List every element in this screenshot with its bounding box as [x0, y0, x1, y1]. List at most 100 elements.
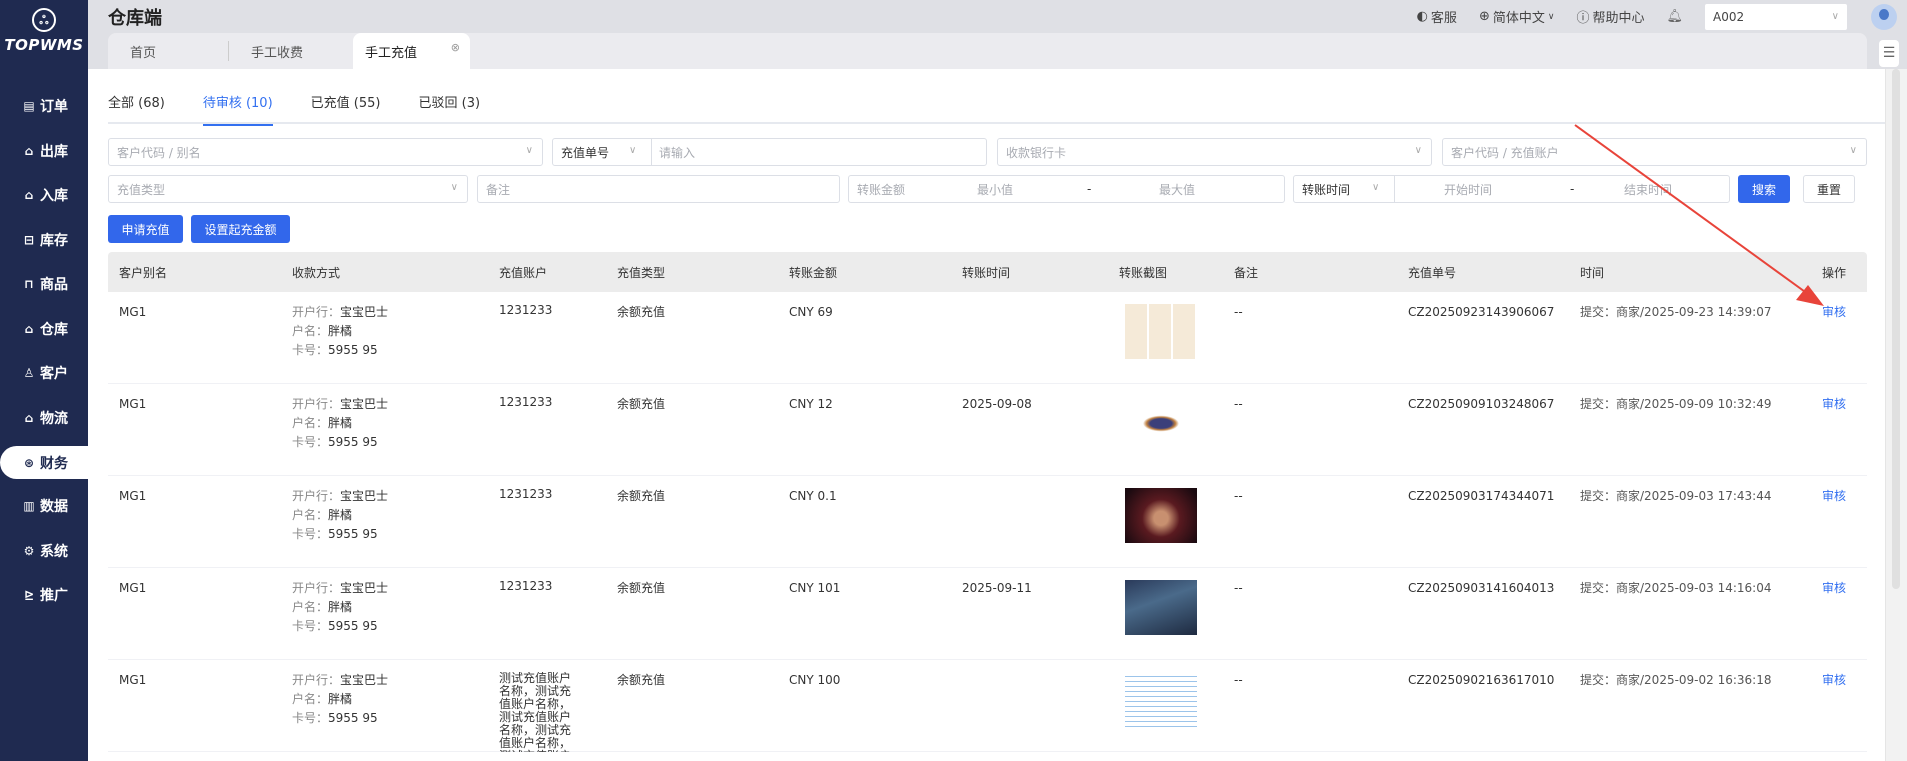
- transfer-screenshot[interactable]: [1125, 396, 1197, 451]
- card-value: 5955 95: [328, 435, 378, 449]
- page-tab-manual-fee[interactable]: 手工收费: [228, 41, 353, 61]
- transfer-screenshot[interactable]: [1125, 488, 1197, 543]
- payment-method: 开户行：宝宝巴士 户名：胖橘 卡号：5955 95: [292, 487, 388, 544]
- name-value: 胖橘: [328, 416, 353, 430]
- sidebar-item-inventory[interactable]: ⊟ 库存: [0, 218, 88, 263]
- card-label: 卡号：: [292, 435, 329, 449]
- review-link[interactable]: 审核: [1822, 579, 1846, 598]
- recharge-account: 1231233: [499, 395, 553, 409]
- notification-bell[interactable]: 🔔︎: [1666, 9, 1683, 24]
- transfer-screenshot[interactable]: [1125, 580, 1197, 635]
- column-header: 充值类型: [617, 266, 666, 280]
- name-value: 胖橘: [328, 692, 353, 706]
- min-amount-input[interactable]: 最小值: [977, 181, 1013, 198]
- logistics-icon: ⌂: [24, 410, 34, 425]
- order-number: CZ20250903174344071: [1408, 489, 1555, 503]
- table-row: MG1 开户行：宝宝巴士 户名：胖橘 卡号：5955 95 测试充值账户名称，测…: [108, 660, 1867, 752]
- bank-label: 开户行：: [292, 397, 341, 411]
- sidebar-item-warehouse[interactable]: ⌂ 仓库: [0, 307, 88, 352]
- sidebar-item-label: 入库: [40, 188, 68, 205]
- headset-icon: ◐: [1416, 9, 1428, 24]
- apply-recharge-button[interactable]: 申请充值: [108, 215, 183, 243]
- status-tab-rejected[interactable]: 已驳回 (3): [418, 94, 480, 124]
- status-tab-all[interactable]: 全部 (68): [108, 94, 165, 124]
- bank-value: 宝宝巴士: [340, 489, 389, 503]
- review-link[interactable]: 审核: [1822, 671, 1846, 690]
- chevron-down-icon: ∨: [1414, 145, 1422, 156]
- sidebar-item-data[interactable]: ▥ 数据: [0, 484, 88, 529]
- sidebar-item-product[interactable]: ⊓ 商品: [0, 262, 88, 307]
- account-select[interactable]: A002 ∨: [1705, 3, 1847, 30]
- customer-icon: ♙: [23, 366, 35, 381]
- status-tab-recharged[interactable]: 已充值 (55): [311, 94, 381, 124]
- customer-code-select[interactable]: 客户代码 / 别名 ∨: [108, 138, 543, 166]
- sidebar-item-outbound[interactable]: ⌂ 出库: [0, 129, 88, 174]
- review-link[interactable]: 审核: [1822, 487, 1846, 506]
- payment-method: 开户行：宝宝巴士 户名：胖橘 卡号：5955 95: [292, 303, 388, 360]
- chevron-down-icon: ∨: [525, 145, 533, 156]
- table-row: MG1 开户行：宝宝巴士 户名：胖橘 卡号：5955 95 1231233 余额…: [108, 292, 1867, 384]
- order-no-filter: 充值单号 ∨ 请输入: [552, 138, 987, 166]
- review-link[interactable]: 审核: [1822, 303, 1846, 322]
- sidebar-item-inbound[interactable]: ⌂ 入库: [0, 173, 88, 218]
- transfer-screenshot[interactable]: [1125, 304, 1197, 359]
- payment-method: 开户行：宝宝巴士 户名：胖橘 卡号：5955 95: [292, 579, 388, 636]
- avatar[interactable]: [1871, 3, 1897, 30]
- order-no-type-select[interactable]: 充值单号: [561, 144, 609, 161]
- status-tab-pending[interactable]: 待审核 (10): [202, 94, 273, 126]
- time-type-select[interactable]: 转账时间: [1302, 181, 1350, 198]
- language-selector[interactable]: ⊕ 简体中文 ∨: [1479, 7, 1555, 26]
- sidebar-item-system[interactable]: ⚙ 系统: [0, 529, 88, 574]
- review-link[interactable]: 审核: [1822, 395, 1846, 414]
- bank-value: 宝宝巴士: [340, 673, 389, 687]
- order-no-input[interactable]: 请输入: [659, 144, 695, 161]
- sidebar-item-label: 系统: [40, 543, 68, 560]
- sidebar-item-promotion[interactable]: ⊵ 推广: [0, 573, 88, 618]
- max-amount-input[interactable]: 最大值: [1159, 181, 1195, 198]
- search-button[interactable]: 搜索: [1738, 175, 1790, 203]
- column-header: 充值单号: [1408, 266, 1457, 280]
- tab-label: 首页: [130, 45, 157, 61]
- order-number: CZ20250902163617010: [1408, 673, 1555, 687]
- remark-input[interactable]: 备注: [477, 175, 840, 203]
- time-range-filter: 转账时间 ∨ 开始时间 - 结束时间: [1293, 175, 1730, 203]
- customer-account-select[interactable]: 客户代码 / 充值账户 ∨: [1442, 138, 1867, 166]
- transfer-screenshot[interactable]: [1125, 672, 1197, 727]
- inventory-icon: ⊟: [23, 232, 35, 247]
- sidebar-item-customer[interactable]: ♙ 客户: [0, 351, 88, 396]
- transfer-time: 2025-09-11: [962, 581, 1032, 595]
- close-icon[interactable]: ⊗: [451, 41, 460, 54]
- sidebar-item-logistics[interactable]: ⌂ 物流: [0, 396, 88, 441]
- submit-time: 提交：商家/2025-09-02 16:36:18: [1580, 673, 1772, 687]
- recharge-type-select[interactable]: 充值类型 ∨: [108, 175, 468, 203]
- recharge-type: 余额充值: [617, 489, 666, 503]
- recharge-account: 测试充值账户名称，测试充值账户名称，测试充值账户名称，测试充值账户名称，测试充值…: [499, 672, 572, 752]
- bank-value: 宝宝巴士: [340, 397, 389, 411]
- bank-card-select[interactable]: 收款银行卡 ∨: [997, 138, 1432, 166]
- end-time-input[interactable]: 结束时间: [1624, 181, 1672, 198]
- transfer-amount: CNY 100: [789, 673, 841, 687]
- name-label: 户名：: [292, 324, 329, 338]
- order-icon: ▤: [23, 99, 35, 114]
- help-center-link[interactable]: ⓘ 帮助中心: [1576, 7, 1644, 26]
- page-tab-manual-recharge[interactable]: 手工充值 ⊗: [353, 33, 470, 69]
- tab-label: 手工收费: [251, 45, 304, 61]
- placeholder: 充值类型: [117, 182, 166, 197]
- table-row: MG1 开户行：宝宝巴士 户名：胖橘 卡号：5955 95 1231233 余额…: [108, 384, 1867, 476]
- amount-range: 转账金额 最小值 - 最大值: [848, 175, 1285, 203]
- page-tab-home[interactable]: 首页: [108, 33, 228, 69]
- sidebar-item-order[interactable]: ▤ 订单: [0, 84, 88, 129]
- scrollbar[interactable]: [1885, 69, 1907, 761]
- customer-alias: MG1: [119, 397, 147, 411]
- start-time-input[interactable]: 开始时间: [1444, 181, 1492, 198]
- recharge-type: 余额充值: [617, 673, 666, 687]
- sidebar-item-label: 订单: [40, 99, 68, 116]
- tab-menu-icon[interactable]: ☰: [1879, 40, 1899, 67]
- submit-time: 提交：商家/2025-09-03 17:43:44: [1580, 489, 1772, 503]
- chevron-down-icon: ∨: [450, 182, 458, 193]
- reset-button[interactable]: 重置: [1803, 175, 1855, 203]
- sidebar-item-finance[interactable]: ⊛ 财务: [0, 446, 88, 479]
- customer-service-link[interactable]: ◐ 客服: [1417, 7, 1457, 26]
- help-label: 帮助中心: [1592, 11, 1645, 26]
- set-min-amount-button[interactable]: 设置起充金额: [191, 215, 290, 243]
